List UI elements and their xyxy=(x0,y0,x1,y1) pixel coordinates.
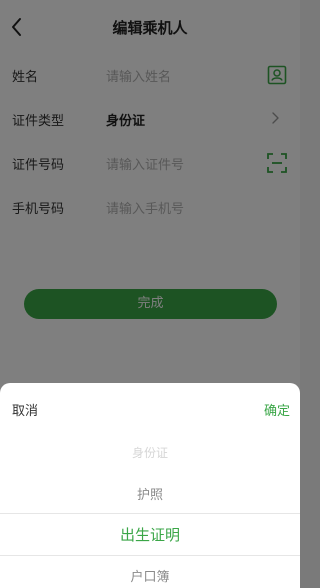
picker-option-selected[interactable]: 出生证明 xyxy=(0,524,300,545)
picker-selection-top-line xyxy=(0,513,300,514)
picker-selection-bottom-line xyxy=(0,555,300,556)
id-type-picker-sheet: 取消 确定 身份证 护照 出生证明 户口簿 xyxy=(0,383,300,588)
picker-option[interactable]: 户口簿 xyxy=(0,566,300,585)
confirm-button[interactable]: 确定 xyxy=(264,400,290,419)
cancel-button[interactable]: 取消 xyxy=(12,400,38,419)
picker-option[interactable]: 护照 xyxy=(0,484,300,503)
picker-option[interactable]: 身份证 xyxy=(0,444,300,461)
